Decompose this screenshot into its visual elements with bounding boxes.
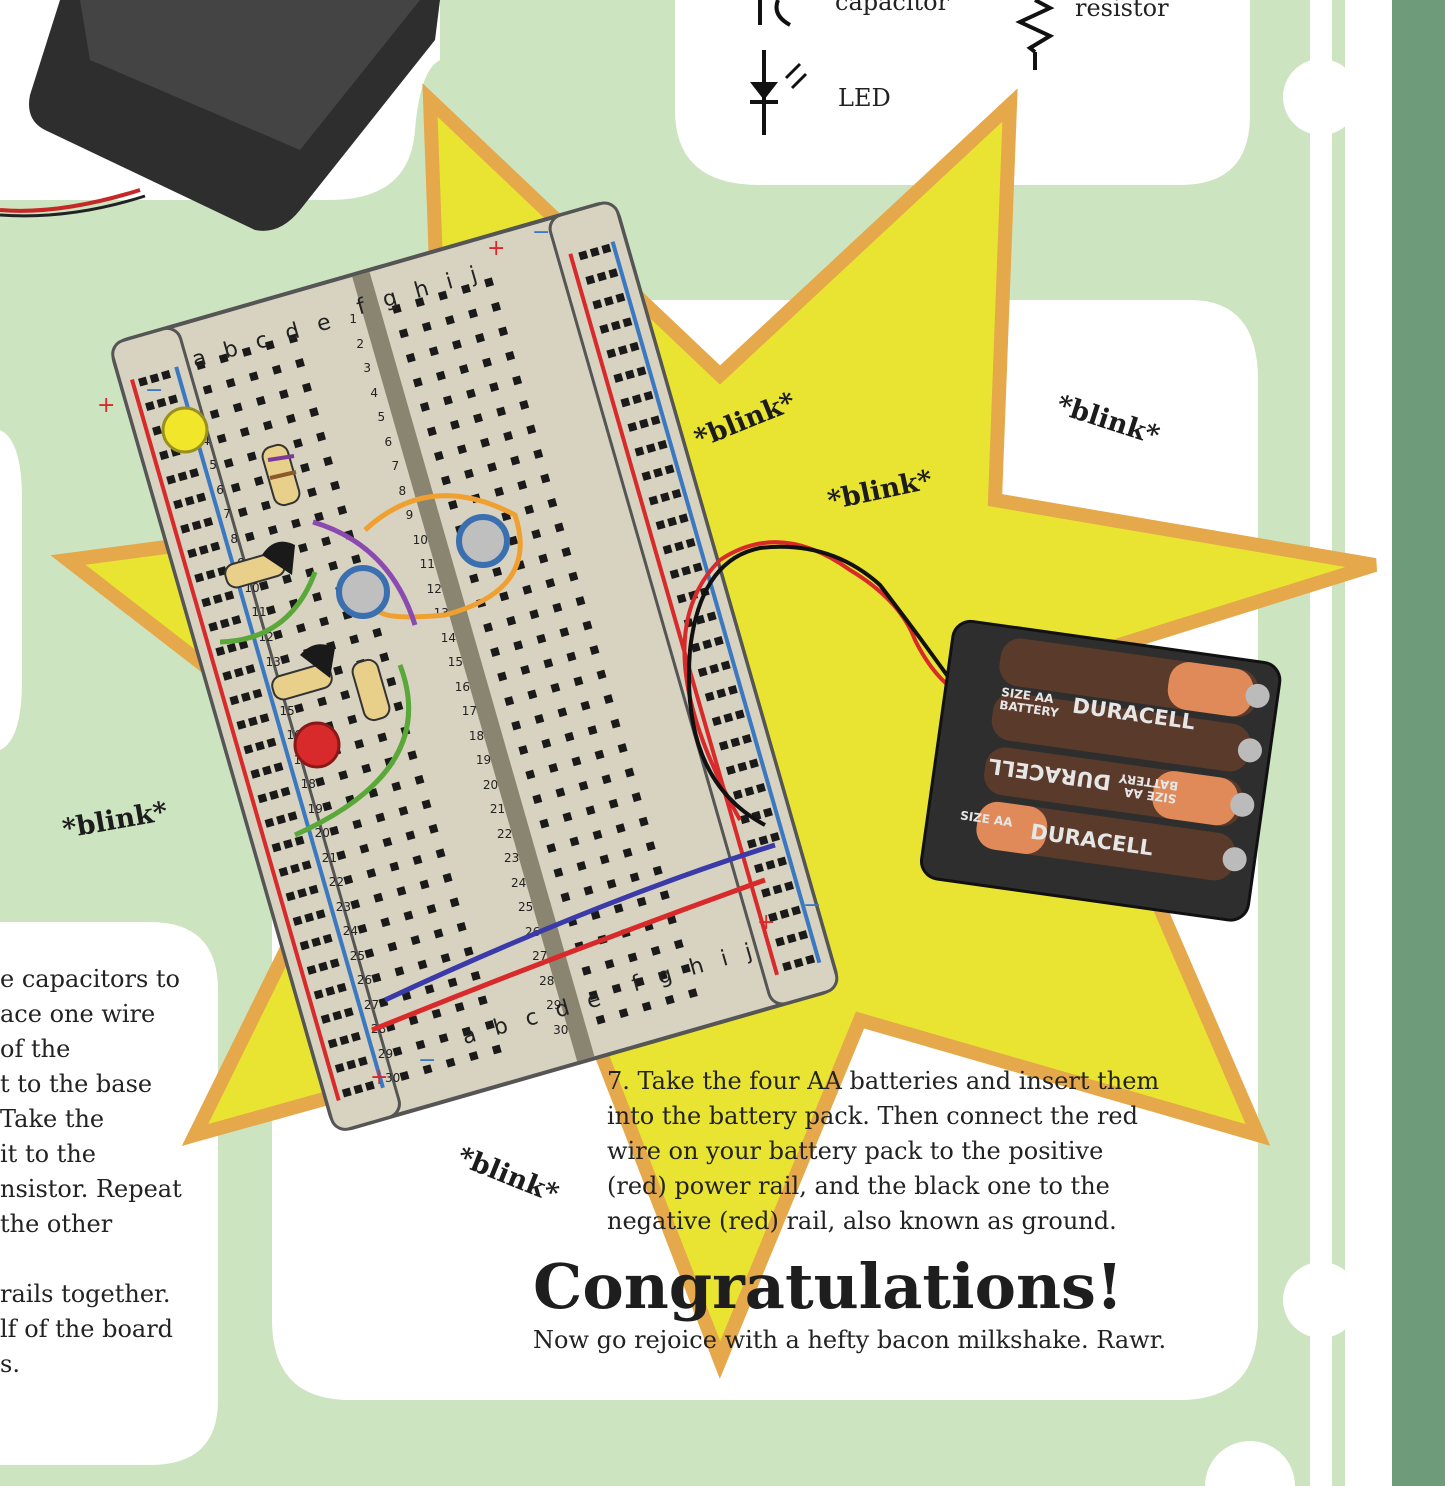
left-instructions-text: e capacitors to ace one wire of the t to… bbox=[0, 965, 182, 1378]
congratulations-subtitle: Now go rejoice with a hefty bacon milksh… bbox=[533, 1326, 1167, 1354]
step-7-text: 7. Take the four AA batteries and insert… bbox=[607, 1067, 1160, 1235]
congratulations-title: Congratulations! bbox=[533, 1250, 1124, 1323]
